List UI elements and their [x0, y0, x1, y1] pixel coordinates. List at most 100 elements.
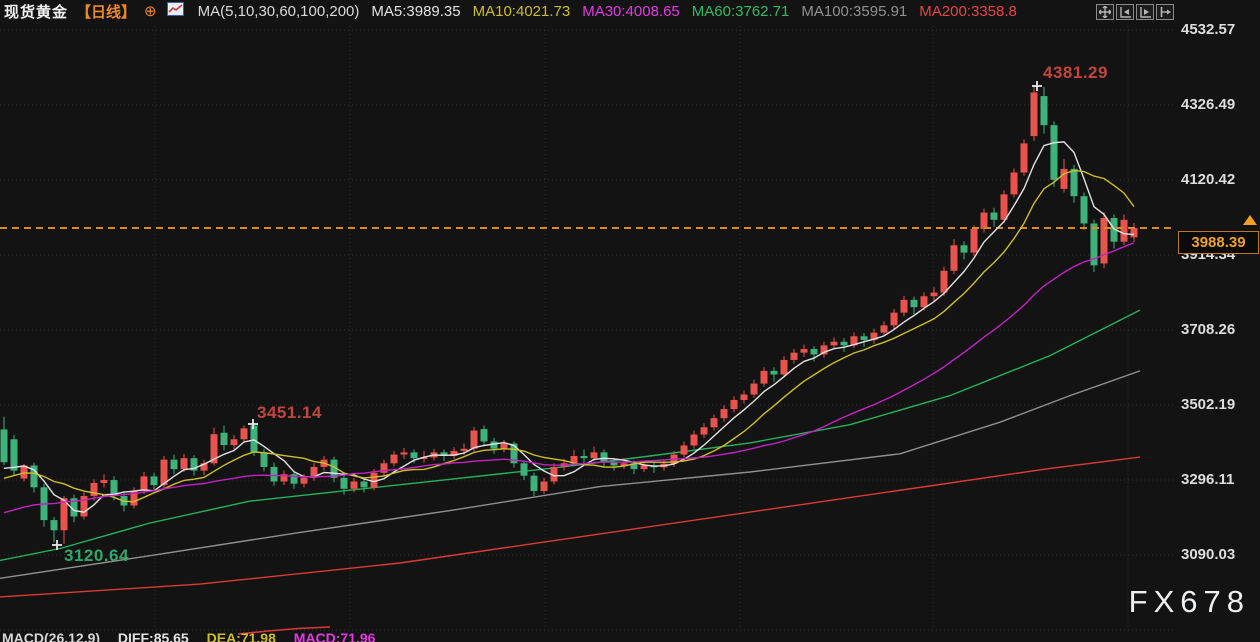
candlestick [151, 476, 158, 485]
macd-indicator-row: MACD(26,12,9) DIFF:85.65 DEA:71.98 MACD:… [2, 630, 389, 642]
candlestick [471, 431, 478, 449]
candlestick [371, 473, 378, 488]
chart-style-icon[interactable] [167, 2, 184, 20]
move-chart-button[interactable] [1096, 4, 1114, 20]
ma10-value: MA10:4021.73 [473, 3, 571, 20]
candlestick [1071, 169, 1078, 196]
candlestick [941, 271, 948, 293]
candlestick [221, 433, 228, 445]
candlestick [351, 481, 358, 488]
candlestick [531, 476, 538, 491]
y-axis-tick: 3502.19 [1181, 396, 1257, 413]
candlestick [261, 452, 268, 467]
candlestick [1101, 218, 1108, 263]
candlestick [101, 480, 108, 483]
candlestick [691, 435, 698, 446]
ma-line-ma100 [0, 371, 1140, 578]
candlestick [841, 342, 848, 346]
price-annotation: 4381.29 [1043, 63, 1108, 83]
candlestick [301, 478, 308, 484]
candlestick [951, 245, 958, 270]
candlestick [141, 476, 148, 491]
ma-params-label: MA(5,10,30,60,100,200) [198, 3, 360, 20]
candlestick [11, 439, 18, 470]
pan-right-button[interactable] [1156, 4, 1174, 20]
candlestick [1131, 228, 1138, 237]
candlestick [901, 300, 908, 313]
price-annotation: 3120.64 [64, 546, 129, 566]
candlestick [721, 409, 728, 418]
candlestick [1121, 220, 1128, 242]
y-axis-tick: 3296.11 [1181, 471, 1257, 488]
candlestick [1041, 96, 1048, 125]
candlestick [831, 342, 838, 346]
candlestick [761, 371, 768, 384]
ma5-value: MA5:3989.35 [371, 3, 460, 20]
y-axis-tick: 4326.49 [1181, 96, 1257, 113]
candlestick [641, 465, 648, 469]
candlestick [231, 439, 238, 445]
price-up-arrow-icon [1243, 215, 1257, 225]
candlestick [1031, 92, 1038, 136]
candlestick [981, 213, 988, 229]
candlestick [341, 478, 348, 489]
candlestick [241, 428, 248, 439]
candlestick [861, 336, 868, 340]
candlestick [271, 467, 278, 482]
candlestick [521, 463, 528, 475]
candlestick [591, 452, 598, 458]
candlestick [581, 456, 588, 458]
ma-line-ma60 [0, 310, 1140, 560]
scale-right-button[interactable] [1136, 4, 1154, 20]
candlestick [1001, 194, 1008, 219]
candlestick [461, 449, 468, 451]
candlestick [541, 481, 548, 490]
current-price-label: 3988.39 [1178, 231, 1259, 254]
candlestick [791, 353, 798, 360]
chart-topbar: 现货黄金 【日线】 ⊕ MA(5,10,30,60,100,200) MA5:3… [0, 0, 1260, 22]
candlestick [1011, 173, 1018, 195]
watermark: FX678 [1129, 584, 1250, 620]
candlestick [501, 444, 508, 449]
candlestick [971, 229, 978, 253]
candlestick [181, 458, 188, 469]
ma100-value: MA100:3595.91 [801, 3, 907, 20]
macd-diff-value: DIFF:85.65 [118, 630, 189, 642]
candlestick [601, 452, 608, 461]
candlestick [911, 300, 918, 307]
candlestick [251, 425, 258, 452]
candlestick [1081, 196, 1088, 223]
candlestick [921, 296, 928, 307]
symbol-name: 现货黄金 [4, 1, 68, 22]
scale-left-button[interactable] [1116, 4, 1134, 20]
price-chart-canvas[interactable] [0, 0, 1260, 642]
candlestick [1, 429, 8, 462]
ma200-value: MA200:3358.8 [919, 3, 1017, 20]
y-axis-tick: 4532.57 [1181, 21, 1257, 38]
ma-line-w10 [4, 171, 1134, 502]
candlestick [891, 313, 898, 326]
y-axis-tick: 3708.26 [1181, 321, 1257, 338]
ma30-value: MA30:4008.65 [582, 3, 680, 20]
candlestick [1021, 143, 1028, 172]
candlestick [961, 245, 968, 252]
candlestick [1051, 125, 1058, 180]
chart-window: 现货黄金 【日线】 ⊕ MA(5,10,30,60,100,200) MA5:3… [0, 0, 1260, 642]
price-annotation: 3451.14 [257, 403, 322, 423]
timeframe-label[interactable]: 【日线】 [76, 1, 136, 22]
circle-plus-icon[interactable]: ⊕ [144, 4, 157, 19]
candlestick [51, 520, 58, 530]
candlestick [931, 293, 938, 297]
candlestick [171, 460, 178, 469]
candlestick [481, 429, 488, 441]
candlestick [751, 384, 758, 395]
candlestick [681, 445, 688, 454]
candlestick [731, 400, 738, 409]
candlestick [1061, 169, 1068, 189]
candlestick [361, 481, 368, 487]
ma60-value: MA60:3762.71 [692, 3, 790, 20]
candlestick [771, 371, 778, 375]
macd-params-label: MACD(26,12,9) [2, 630, 100, 642]
candlestick [701, 427, 708, 434]
candlestick [811, 349, 818, 354]
